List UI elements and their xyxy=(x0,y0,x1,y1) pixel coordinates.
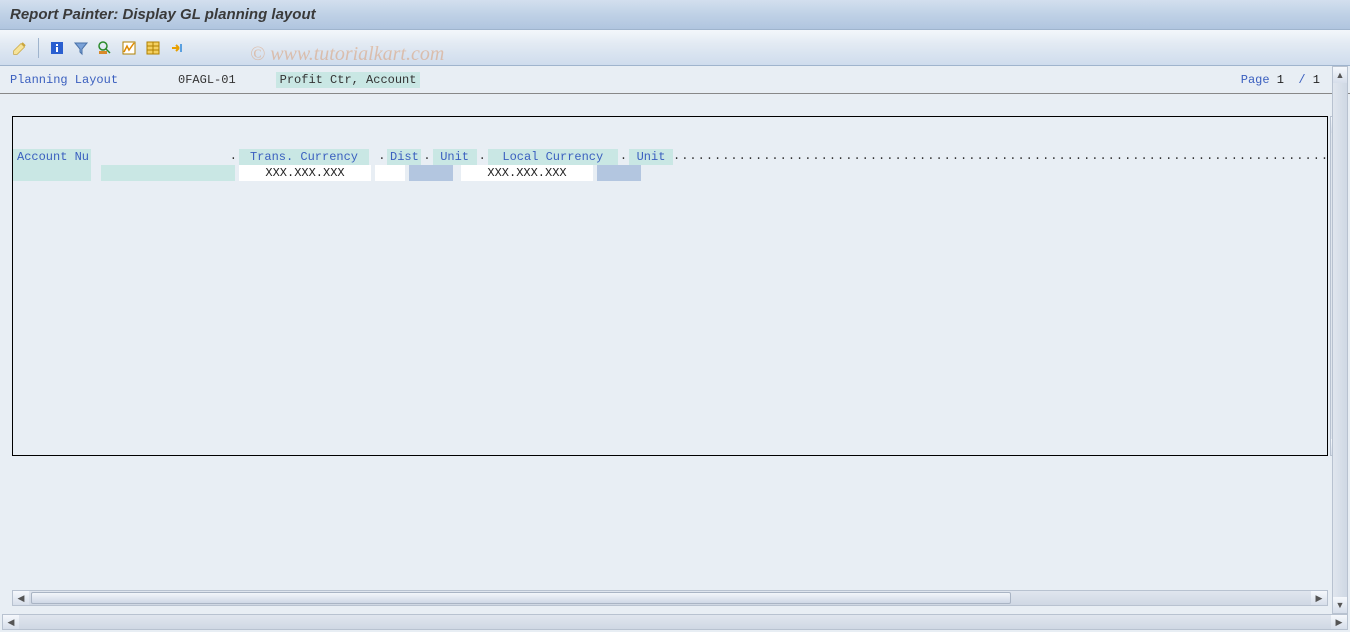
cell-dist[interactable] xyxy=(375,165,405,181)
work-area: Planning Layout 0FAGL-01 Profit Ctr, Acc… xyxy=(0,66,1350,614)
cell-account2[interactable] xyxy=(101,165,235,181)
scroll-left-icon[interactable]: ◀ xyxy=(13,591,29,605)
title-bar: Report Painter: Display GL planning layo… xyxy=(0,0,1350,30)
info-strip: Planning Layout 0FAGL-01 Profit Ctr, Acc… xyxy=(0,66,1350,94)
col-unit2[interactable]: Unit xyxy=(629,149,673,165)
horizontal-scrollbar[interactable]: ◀ ▶ xyxy=(2,614,1348,630)
header-dots: ........................................… xyxy=(673,149,1327,165)
info-icon[interactable] xyxy=(47,38,67,58)
grid-data-row: XXX.XXX.XXX XXX.XXX.XXX xyxy=(13,165,1327,181)
planning-layout-label: Planning Layout xyxy=(10,73,118,87)
scroll-up-icon[interactable]: ▲ xyxy=(1333,67,1347,83)
scroll-left-icon[interactable]: ◀ xyxy=(3,615,19,629)
highlight-icon[interactable] xyxy=(119,38,139,58)
planning-layout-code: 0FAGL-01 xyxy=(178,73,236,87)
inner-horizontal-scrollbar[interactable]: ◀ ▶ xyxy=(12,590,1328,606)
scroll-right-icon[interactable]: ▶ xyxy=(1331,615,1347,629)
scroll-thumb[interactable] xyxy=(31,592,1011,604)
col-account[interactable]: Account Nu xyxy=(13,149,91,165)
scroll-right-icon[interactable]: ▶ xyxy=(1311,591,1327,605)
vertical-scrollbar[interactable]: ▲ ▼ xyxy=(1332,66,1348,614)
scroll-track[interactable] xyxy=(19,615,1331,629)
cell-unit2[interactable] xyxy=(597,165,641,181)
toolbar xyxy=(0,30,1350,66)
cell-unit1[interactable] xyxy=(409,165,453,181)
cell-local-value[interactable]: XXX.XXX.XXX xyxy=(461,165,593,181)
filter-icon[interactable] xyxy=(71,38,91,58)
col-local-currency[interactable]: Local Currency xyxy=(488,149,618,165)
scroll-down-icon[interactable]: ▼ xyxy=(1333,597,1347,613)
page-title: Report Painter: Display GL planning layo… xyxy=(10,6,316,23)
cell-trans-value[interactable]: XXX.XXX.XXX xyxy=(239,165,371,181)
col-dist[interactable]: Dist xyxy=(387,149,421,165)
page-indicator: Page 1 / 1 xyxy=(1241,73,1320,87)
overview-icon[interactable] xyxy=(95,38,115,58)
scroll-track[interactable] xyxy=(29,591,1311,605)
edit-icon[interactable] xyxy=(10,38,30,58)
toolbar-divider xyxy=(38,38,39,58)
grid-header-row: Account Nu . Trans. Currency . Dist . Un… xyxy=(13,149,1327,165)
planning-layout-desc: Profit Ctr, Account xyxy=(276,72,421,88)
layout-grid: Account Nu . Trans. Currency . Dist . Un… xyxy=(12,116,1328,456)
col-unit1[interactable]: Unit xyxy=(433,149,477,165)
col-trans-currency[interactable]: Trans. Currency xyxy=(239,149,369,165)
cell-account[interactable] xyxy=(13,165,91,181)
layout-icon[interactable] xyxy=(143,38,163,58)
export-icon[interactable] xyxy=(167,38,187,58)
